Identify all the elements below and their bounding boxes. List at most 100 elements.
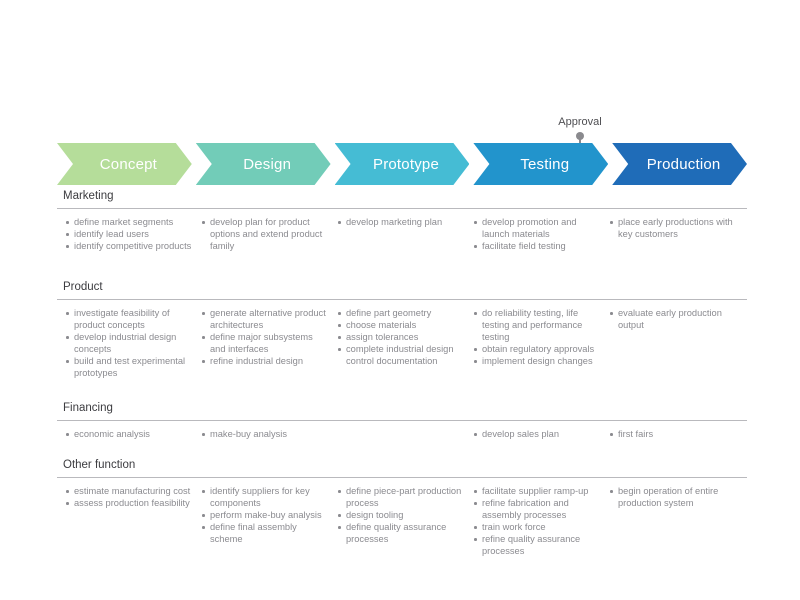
activity-item: refine industrial design — [201, 355, 328, 367]
phase-chevron-production[interactable]: Production — [612, 143, 747, 185]
cell-marketing-prototype: develop marketing plan — [329, 216, 464, 272]
phase-chevron-testing[interactable]: Testing — [473, 143, 608, 185]
activity-item: refine quality assurance processes — [473, 533, 600, 557]
activity-item: develop promotion and launch materials — [473, 216, 600, 240]
cell-other-function-prototype: define piece-part production process desi… — [329, 485, 464, 557]
row-columns: define market segments identify lead user… — [57, 209, 747, 272]
cell-marketing-design: develop plan for product options and ext… — [193, 216, 328, 272]
activity-item: identify suppliers for key components — [201, 485, 328, 509]
activity-list: define piece-part production process desi… — [337, 485, 464, 545]
cell-product-concept: investigate feasibility of product conce… — [57, 307, 192, 393]
phase-chevron-prototype[interactable]: Prototype — [335, 143, 470, 185]
activity-item: investigate feasibility of product conce… — [65, 307, 192, 331]
activity-item: define final assembly scheme — [201, 521, 328, 545]
phase-chevron-label: Prototype — [372, 155, 439, 173]
function-row-product: Product investigate feasibility of produc… — [57, 280, 747, 401]
activity-list: estimate manufacturing cost assess produc… — [65, 485, 192, 509]
activity-item: define quality assurance processes — [337, 521, 464, 545]
activity-item: develop industrial design concepts — [65, 331, 192, 355]
activity-item: develop plan for product options and ext… — [201, 216, 328, 252]
activity-item: begin operation of entire production sys… — [609, 485, 736, 509]
activity-item: generate alternative product architectur… — [201, 307, 328, 331]
cell-financing-concept: economic analysis — [57, 428, 192, 450]
activity-item: choose materials — [337, 319, 464, 331]
function-row-marketing: Marketing define market segments identify … — [57, 189, 747, 280]
activity-item: refine fabrication and assembly processe… — [473, 497, 600, 521]
row-spacer — [57, 272, 747, 280]
function-rows: Marketing define market segments identify … — [57, 189, 747, 565]
activity-item: design tooling — [337, 509, 464, 521]
activity-item: define market segments — [65, 216, 192, 228]
activity-list: develop plan for product options and ext… — [201, 216, 328, 252]
activity-item: define major subsystems and interfaces — [201, 331, 328, 355]
activity-item: do reliability testing, life testing and… — [473, 307, 600, 343]
cell-product-design: generate alternative product architectur… — [193, 307, 328, 393]
activity-item: first fairs — [609, 428, 736, 440]
activity-item: implement design changes — [473, 355, 600, 367]
phase-chevron-label: Design — [243, 155, 292, 173]
activity-item: estimate manufacturing cost — [65, 485, 192, 497]
approval-label: Approval — [558, 116, 602, 128]
function-row-heading: Other function — [63, 459, 136, 471]
activity-item: obtain regulatory approvals — [473, 343, 600, 355]
cell-financing-design: make-buy analysis — [193, 428, 328, 450]
product-development-process-diagram: Approval Concept Design Prototype Testing Pr… — [0, 0, 800, 600]
activity-list: investigate feasibility of product conce… — [65, 307, 192, 379]
activity-item: complete industrial design control docum… — [337, 343, 464, 367]
activity-item: evaluate early production output — [609, 307, 736, 331]
cell-marketing-testing: develop promotion and launch materials fa… — [465, 216, 600, 272]
phase-chevron-design[interactable]: Design — [196, 143, 331, 185]
activity-list: generate alternative product architectur… — [201, 307, 328, 367]
activity-item: train work force — [473, 521, 600, 533]
activity-list: facilitate supplier ramp-up refine fabric… — [473, 485, 600, 557]
cell-other-function-concept: estimate manufacturing cost assess produc… — [57, 485, 192, 557]
activity-list: make-buy analysis — [201, 428, 328, 440]
phase-chevron-band: Concept Design Prototype Testing Production — [57, 143, 747, 185]
activity-list: develop promotion and launch materials fa… — [473, 216, 600, 252]
cell-marketing-production: place early productions with key custome… — [601, 216, 736, 272]
activity-item: perform make-buy analysis — [201, 509, 328, 521]
function-row-financing: Financing economic analysis make-buy analy… — [57, 401, 747, 458]
activity-item: develop sales plan — [473, 428, 600, 440]
phase-chevron-label: Testing — [520, 155, 570, 173]
function-row-heading: Financing — [63, 402, 113, 414]
activity-item: facilitate supplier ramp-up — [473, 485, 600, 497]
activity-item: assign tolerances — [337, 331, 464, 343]
activity-item: identify competitive products — [65, 240, 192, 252]
activity-list: evaluate early production output — [609, 307, 736, 331]
row-spacer — [57, 450, 747, 458]
activity-list: define market segments identify lead user… — [65, 216, 192, 252]
cell-financing-testing: develop sales plan — [465, 428, 600, 450]
activity-list: develop sales plan — [473, 428, 600, 440]
cell-marketing-concept: define market segments identify lead user… — [57, 216, 192, 272]
function-row-heading: Marketing — [63, 190, 114, 202]
row-columns: investigate feasibility of product conce… — [57, 300, 747, 393]
activity-item: build and test experimental prototypes — [65, 355, 192, 379]
activity-list: do reliability testing, life testing and… — [473, 307, 600, 367]
phase-chevron-label: Production — [646, 155, 721, 173]
cell-other-function-production: begin operation of entire production sys… — [601, 485, 736, 557]
activity-item: facilitate field testing — [473, 240, 600, 252]
activity-item: identify lead users — [65, 228, 192, 240]
activity-item: define piece-part production process — [337, 485, 464, 509]
activity-list: develop marketing plan — [337, 216, 464, 228]
activity-list: place early productions with key custome… — [609, 216, 736, 240]
phase-chevron-label: Concept — [99, 155, 158, 173]
activity-list: economic analysis — [65, 428, 192, 440]
cell-financing-production: first fairs — [601, 428, 736, 450]
activity-list: identify suppliers for key components per… — [201, 485, 328, 545]
cell-product-prototype: define part geometry choose materials assi… — [329, 307, 464, 393]
activity-item: place early productions with key custome… — [609, 216, 736, 240]
cell-financing-prototype — [329, 428, 464, 450]
activity-item: economic analysis — [65, 428, 192, 440]
activity-list: first fairs — [609, 428, 736, 440]
activity-item: define part geometry — [337, 307, 464, 319]
activity-list: begin operation of entire production sys… — [609, 485, 736, 509]
cell-other-function-testing: facilitate supplier ramp-up refine fabric… — [465, 485, 600, 557]
row-columns: economic analysis make-buy analysis develo… — [57, 421, 747, 450]
cell-product-production: evaluate early production output — [601, 307, 736, 393]
cell-other-function-design: identify suppliers for key components per… — [193, 485, 328, 557]
phase-chevron-concept[interactable]: Concept — [57, 143, 192, 185]
function-row-heading: Product — [63, 281, 103, 293]
activity-item: make-buy analysis — [201, 428, 328, 440]
